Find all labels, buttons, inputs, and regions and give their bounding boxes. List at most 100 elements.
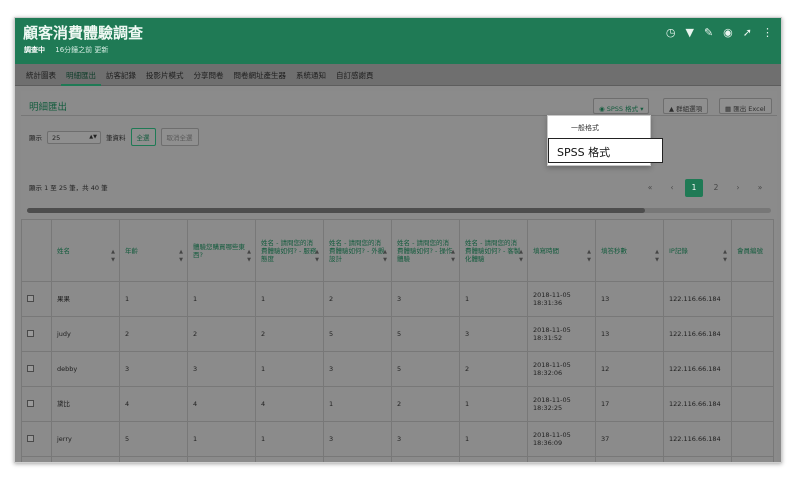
show-label: 顯示 xyxy=(29,134,42,142)
table-cell: 1 xyxy=(459,421,528,457)
table-row[interactable]: 黛比 4 4 4 1 2 1 2018-11-05 18:32:25 17 122.116.66.… xyxy=(21,386,774,422)
edit-icon[interactable]: ✎ xyxy=(704,26,713,39)
page-1-button[interactable]: 1 xyxy=(685,179,703,197)
table-cell xyxy=(731,386,774,422)
spss-format-button[interactable]: ◉ SPSS 格式 ▾ xyxy=(593,98,650,114)
sort-icon: ▲ ▼ xyxy=(179,249,183,263)
page-size-row: 顯示 25 ▲▼ 筆資料 全選 取消全選 xyxy=(29,128,199,146)
table-cell: 3 xyxy=(323,421,392,457)
table-cell xyxy=(731,316,774,352)
updated-text: 16分鐘之前 更新 xyxy=(55,46,109,54)
table-cell: 4 xyxy=(255,386,324,422)
table-cell: 2 xyxy=(255,456,324,462)
sort-icon: ▲ ▼ xyxy=(587,249,591,263)
eye-icon[interactable]: ◉ xyxy=(723,26,733,39)
table-cell: 5 xyxy=(119,421,188,457)
table-row[interactable]: judy 2 2 2 5 5 3 2018-11-05 18:31:52 13 122.116.6… xyxy=(21,316,774,352)
table-cell: 2 xyxy=(391,456,460,462)
group-options-button[interactable]: ▲ 群組選項 xyxy=(663,98,709,114)
row-checkbox[interactable] xyxy=(27,294,34,302)
eye-icon: ◉ xyxy=(599,105,607,113)
select-arrows-icon: ▲▼ xyxy=(89,133,97,140)
scrollbar-thumb[interactable] xyxy=(27,208,645,213)
pagination: « ‹ 1 2 › » xyxy=(641,179,769,197)
status-badge: 調查中 xyxy=(24,46,45,54)
row-checkbox[interactable] xyxy=(27,329,34,337)
general-format-option[interactable]: 一般格式 xyxy=(571,123,599,133)
tab-3[interactable]: 訪客記錄 xyxy=(101,64,141,86)
tab-1[interactable]: 統計圖表 xyxy=(21,64,61,86)
column-header-6[interactable]: 姓名 - 請問您的消費體驗如何? - 操作體驗 ▲ ▼ xyxy=(391,219,460,282)
rows-label: 筆資料 xyxy=(106,134,126,142)
table-cell: 4 xyxy=(187,386,256,422)
table-row[interactable]: 傑瑞1424232018-11-05 18:36:3018122.116.66.… xyxy=(21,456,774,462)
prev-page-button[interactable]: ‹ xyxy=(663,179,681,197)
table-cell: 2018-11-05 18:32:25 xyxy=(527,386,596,422)
status-row: 調查中 16分鐘之前 更新 xyxy=(24,45,108,55)
column-header-3[interactable]: 體驗您購買哪些東西? ▲ ▼ xyxy=(187,219,256,282)
spss-format-option[interactable]: SPSS 格式 xyxy=(548,138,663,163)
column-header-8[interactable]: 填寫時間 ▲ ▼ xyxy=(527,219,596,282)
tab-bar: 統計圖表 明細匯出 訪客記錄 投影片模式 分享問卷 問卷網址產生器 系統通知 自訂感謝頁 xyxy=(15,64,781,86)
table-cell: 3 xyxy=(323,351,392,387)
table-cell: 傑瑞 xyxy=(51,456,120,462)
app-header: 顧客消費體驗調查 調查中 16分鐘之前 更新 ◷ ▼ ✎ ◉ ➚ ⋮ xyxy=(15,18,781,64)
table-cell: 4 xyxy=(119,386,188,422)
table-header-row: 姓名 ▲ ▼ 年齡 ▲ ▼ 體驗您購買哪些東西? ▲ ▼ 姓名 - 請問您的消費體驗如何? - 服… xyxy=(21,219,774,282)
column-header-5[interactable]: 姓名 - 請問您的消費體驗如何? - 外觀設計 ▲ ▼ xyxy=(323,219,392,282)
table-row[interactable]: 果果 1 1 1 2 3 1 2018-11-05 18:31:36 13 122.116.66.… xyxy=(21,281,774,317)
tab-6[interactable]: 問卷網址產生器 xyxy=(229,64,292,86)
clock-icon[interactable]: ◷ xyxy=(666,26,676,39)
column-header-7[interactable]: 姓名 - 請問您的消費體驗如何? - 客製化體驗 ▲ ▼ xyxy=(459,219,528,282)
tab-5[interactable]: 分享問卷 xyxy=(189,64,229,86)
table-cell: 3 xyxy=(187,351,256,387)
last-page-button[interactable]: » xyxy=(751,179,769,197)
tab-8[interactable]: 自訂感謝頁 xyxy=(331,64,379,86)
first-page-button[interactable]: « xyxy=(641,179,659,197)
table-cell: 122.116.66.184 xyxy=(663,281,732,317)
file-icon: ▦ xyxy=(725,105,734,113)
header-toolbar: ◷ ▼ ✎ ◉ ➚ ⋮ xyxy=(666,26,773,39)
tab-7[interactable]: 系統通知 xyxy=(291,64,331,86)
column-header-4[interactable]: 姓名 - 請問您的消費體驗如何? - 服務態度 ▲ ▼ xyxy=(255,219,324,282)
column-header-11[interactable]: 會員編號 xyxy=(731,219,774,282)
horizontal-scrollbar[interactable] xyxy=(27,208,771,213)
filter-icon[interactable]: ▼ xyxy=(685,26,693,39)
page-size-select[interactable]: 25 ▲▼ xyxy=(47,130,101,144)
column-header-label: 填寫時間 xyxy=(533,246,559,255)
table-cell xyxy=(21,281,52,317)
table-cell: 2 xyxy=(323,281,392,317)
column-header-label: 姓名 - 請問您的消費體驗如何? - 操作體驗 xyxy=(397,238,453,263)
more-vertical-icon[interactable]: ⋮ xyxy=(762,26,773,39)
row-checkbox[interactable] xyxy=(27,399,34,407)
table-cell: 2 xyxy=(459,351,528,387)
export-panel: 明細匯出 ◉ SPSS 格式 ▾ ▲ 群組選項 ▦ 匯出 Excel 顯示 25… xyxy=(21,91,777,462)
tab-2[interactable]: 明細匯出 xyxy=(61,64,101,86)
column-header-label: 填答秒數 xyxy=(601,246,627,255)
table-cell: 18 xyxy=(595,456,664,462)
table-row[interactable]: jerry 5 1 1 3 3 1 2018-11-05 18:36:09 37 122.116.… xyxy=(21,421,774,457)
select-all-button[interactable]: 全選 xyxy=(130,128,156,146)
column-header-9[interactable]: 填答秒數 ▲ ▼ xyxy=(595,219,664,282)
table-cell: 4 xyxy=(187,456,256,462)
export-excel-button[interactable]: ▦ 匯出 Excel xyxy=(719,98,772,114)
share-icon[interactable]: ➚ xyxy=(743,26,752,39)
response-table: 姓名 ▲ ▼ 年齡 ▲ ▼ 體驗您購買哪些東西? ▲ ▼ 姓名 - 請問您的消費體驗如何? - 服… xyxy=(21,219,774,462)
sort-icon: ▲ ▼ xyxy=(315,249,319,263)
column-header-2[interactable]: 年齡 ▲ ▼ xyxy=(119,219,188,282)
row-checkbox[interactable] xyxy=(27,364,34,372)
sort-icon: ▲ ▼ xyxy=(519,249,523,263)
page-size-value: 25 xyxy=(52,133,61,142)
table-cell: 2018-11-05 18:36:09 xyxy=(527,421,596,457)
page-2-button[interactable]: 2 xyxy=(707,179,725,197)
row-checkbox[interactable] xyxy=(27,434,34,442)
tab-4[interactable]: 投影片模式 xyxy=(141,64,189,86)
column-header-10[interactable]: IP記錄 ▲ ▼ xyxy=(663,219,732,282)
table-cell xyxy=(731,351,774,387)
table-row[interactable]: debby 3 3 1 3 5 2 2018-11-05 18:32:06 12 122.116.… xyxy=(21,351,774,387)
sort-icon: ▲ ▼ xyxy=(655,249,659,263)
column-header-1[interactable]: 姓名 ▲ ▼ xyxy=(51,219,120,282)
deselect-all-button[interactable]: 取消全選 xyxy=(160,128,199,146)
sort-icon: ▲ ▼ xyxy=(247,249,251,263)
next-page-button[interactable]: › xyxy=(729,179,747,197)
